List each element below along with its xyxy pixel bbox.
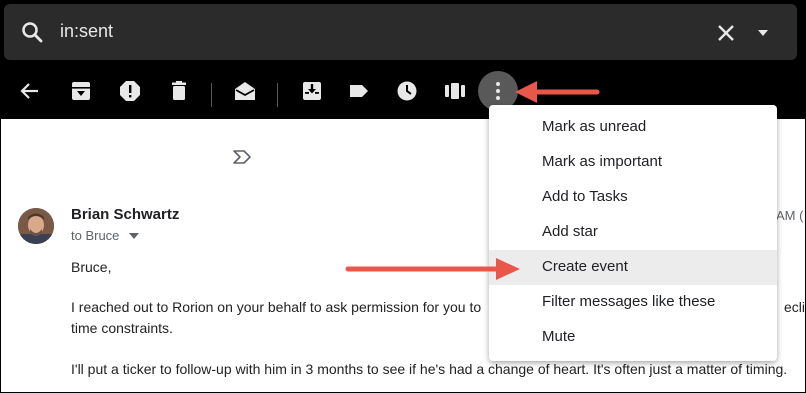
search-options-caret-icon[interactable] — [756, 26, 770, 40]
annotation-arrow-create-event — [345, 258, 520, 280]
close-icon[interactable] — [714, 21, 738, 45]
message-line-2: time constraints. — [71, 320, 173, 336]
move-icon[interactable] — [443, 79, 467, 103]
message-line-3: I'll put a ticker to follow-up with him … — [71, 361, 788, 377]
menu-item-label: Mark as unread — [542, 118, 647, 135]
menu-item-mark-unread[interactable]: Mark as unread — [489, 110, 777, 145]
gmail-window: in:sent Brian Schwartz to Bruce AM (Bru… — [1, 1, 805, 392]
toolbar-divider — [211, 83, 212, 107]
back-icon[interactable] — [18, 79, 42, 103]
label-icon[interactable] — [347, 79, 371, 103]
search-input[interactable]: in:sent — [60, 21, 113, 42]
search-icon[interactable] — [20, 20, 44, 44]
importance-marker-icon[interactable] — [232, 149, 252, 165]
toolbar-divider — [277, 83, 278, 107]
annotation-arrow-more — [515, 81, 600, 103]
show-details-caret-icon[interactable] — [129, 233, 139, 239]
menu-item-add-to-tasks[interactable]: Add to Tasks — [489, 180, 777, 215]
archive-icon[interactable] — [69, 79, 93, 103]
snooze-icon[interactable] — [395, 79, 419, 103]
menu-item-mute[interactable]: Mute — [489, 320, 777, 355]
mark-unread-icon[interactable] — [233, 79, 257, 103]
menu-item-label: Add star — [542, 223, 598, 240]
menu-item-add-star[interactable]: Add star — [489, 215, 777, 250]
menu-item-label: Create event — [542, 258, 628, 275]
recipient-line: to Bruce — [71, 228, 120, 243]
menu-item-filter-like-these[interactable]: Filter messages like these — [489, 285, 777, 320]
message-time: AM ( — [776, 208, 804, 223]
move-to-inbox-icon[interactable] — [300, 79, 324, 103]
menu-item-label: Filter messages like these — [542, 293, 716, 310]
delete-icon[interactable] — [167, 79, 191, 103]
more-options-menu: Mark as unread Mark as important Add to … — [489, 105, 777, 361]
sender-name: Brian Schwartz — [71, 206, 180, 223]
message-line-1-tail: eclin — [784, 299, 805, 315]
message-greeting: Bruce, — [71, 259, 112, 275]
search-bar[interactable]: in:sent — [4, 4, 797, 60]
menu-item-label: Mute — [542, 328, 576, 345]
more-vert-icon[interactable] — [486, 79, 510, 103]
menu-item-create-event[interactable]: Create event — [489, 250, 777, 285]
message-line-1: I reached out to Rorion on your behalf t… — [71, 299, 482, 315]
report-spam-icon[interactable] — [118, 79, 142, 103]
menu-item-label: Mark as important — [542, 153, 663, 170]
menu-item-mark-important[interactable]: Mark as important — [489, 145, 777, 180]
menu-item-label: Add to Tasks — [542, 188, 628, 205]
avatar[interactable] — [18, 208, 54, 244]
